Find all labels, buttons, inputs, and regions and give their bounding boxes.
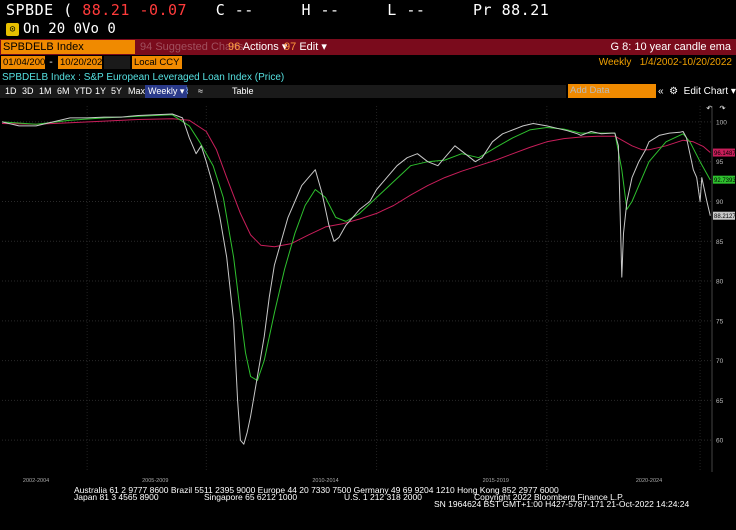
- y-tick-100: 100: [716, 119, 727, 126]
- ticker-field[interactable]: SPBDELB Index: [1, 40, 135, 54]
- ticker-text: SPBDE: [6, 1, 54, 19]
- edit-num: 97: [284, 41, 297, 53]
- settings-icon[interactable]: ⚙: [669, 86, 678, 97]
- start-date-field[interactable]: 01/04/2002: [1, 56, 51, 69]
- vo-label: Vo: [82, 21, 99, 37]
- range-bar: 1D 3D 1M 6M YTD 1Y 5Y Max Weekly ▾ ⌇ ≈ T…: [0, 85, 566, 98]
- range-1m[interactable]: 1M: [39, 85, 52, 98]
- add-data-field[interactable]: Add Data: [568, 84, 656, 98]
- footer-japan: Japan 81 3 4565 8900: [74, 492, 159, 502]
- y-tick-75: 75: [716, 318, 724, 325]
- series-line-ema-short: [1, 114, 711, 381]
- y-tick-90: 90: [716, 199, 724, 206]
- period-label: Weekly: [598, 57, 632, 68]
- edit-menu[interactable]: 97 Edit ▾: [284, 40, 327, 54]
- actions-label: Actions: [242, 41, 279, 53]
- x-axis: 2002-2004 2005-2009 2010-2014 2015-2019 2020…: [23, 478, 662, 484]
- y-tick-70: 70: [716, 358, 724, 365]
- table-button[interactable]: Table: [232, 85, 254, 98]
- price-chart[interactable]: 6065707580859095100 2002-2004 2005-2009 20…: [0, 100, 736, 484]
- x-tick-label: 2010-2014: [312, 478, 338, 484]
- suggested-num: 94: [140, 41, 153, 53]
- range-ytd[interactable]: YTD: [74, 85, 92, 98]
- net-change: -0.07: [139, 1, 188, 19]
- frequency-dropdown[interactable]: Weekly ▾: [145, 85, 188, 98]
- edit-chart-button[interactable]: Edit Chart ▾: [684, 86, 736, 97]
- close-label: C: [215, 1, 226, 19]
- x-tick-label: 2002-2004: [23, 478, 49, 484]
- date-separator: -: [48, 57, 55, 68]
- edit-label: Edit: [299, 41, 319, 53]
- on-label: On: [23, 21, 40, 37]
- footer-us: U.S. 1 212 318 2000: [344, 492, 422, 502]
- chart-tools: « ⚙ Edit Chart ▾ ⋮: [658, 85, 736, 98]
- x-tick-label: 2005-2009: [142, 478, 168, 484]
- range-6m[interactable]: 6M: [57, 85, 70, 98]
- on-value: 20: [48, 21, 66, 37]
- last-label-text: 88.2127: [714, 214, 736, 220]
- footer-singapore: Singapore 65 6212 1000: [204, 492, 298, 502]
- edit-chart-label: Edit Chart: [683, 86, 729, 97]
- series-line-price: [1, 113, 711, 445]
- actions-menu[interactable]: 96 Actions ▾: [228, 40, 287, 54]
- range-1y[interactable]: 1Y: [95, 85, 106, 98]
- last-label-text: 92.7393: [714, 178, 736, 184]
- x-tick-label: 2020-2024: [636, 478, 662, 484]
- range-label: 1/4/2002-10/20/2022: [639, 57, 732, 68]
- end-date-field[interactable]: 10/20/2022: [58, 56, 108, 69]
- calendar-icon[interactable]: [104, 56, 130, 69]
- line-chart-icon[interactable]: ⌇: [185, 85, 189, 98]
- range-max[interactable]: Max: [128, 85, 145, 98]
- series-line-ema-long: [1, 118, 711, 248]
- low-value: --: [406, 1, 426, 19]
- zero-label: 0: [73, 21, 83, 37]
- quote-line-2: ⊙ On 20 0Vo 0: [6, 21, 116, 37]
- y-tick-85: 85: [716, 239, 724, 246]
- vo-value: 0: [107, 21, 116, 37]
- chart-type-icon[interactable]: ≈: [198, 85, 203, 98]
- chart-grid: [2, 106, 712, 472]
- x-tick-label: 2015-2019: [483, 478, 509, 484]
- y-tick-80: 80: [716, 279, 724, 286]
- last-price: 88.21: [82, 1, 130, 19]
- high-label: H: [301, 1, 311, 19]
- chart-template-name: G 8: 10 year candle ema: [610, 41, 731, 53]
- prev-value: 88.21: [501, 1, 550, 19]
- range-1d[interactable]: 1D: [5, 85, 17, 98]
- actions-num: 96: [228, 41, 241, 53]
- date-bar: 01/04/2002 - 10/20/2022 Local CCY Weekly…: [0, 56, 736, 70]
- y-axis: 60 65 70 75 80 85 90 95 100: [711, 106, 727, 472]
- close-value: --: [234, 1, 254, 19]
- prev-label: Pr: [473, 1, 493, 19]
- range-3d[interactable]: 3D: [22, 85, 34, 98]
- footer: Australia 61 2 9777 8600 Brazil 5511 239…: [0, 486, 736, 530]
- command-bar: SPBDELB Index 94 Suggested Charts 96 Act…: [0, 39, 736, 55]
- paren-text: (: [63, 1, 73, 19]
- last-label-text: 96.1487: [714, 151, 736, 157]
- high-value: --: [320, 1, 340, 19]
- y-tick-65: 65: [716, 398, 724, 405]
- y-tick-95: 95: [716, 159, 724, 166]
- y-tick-60: 60: [716, 438, 724, 445]
- yellow-function-icon[interactable]: ⊙: [6, 22, 19, 36]
- frequency-label: Weekly: [148, 86, 178, 96]
- quote-line: SPBDE ( 88.21 -0.07 C -- H -- L -- Pr 88…: [6, 2, 549, 19]
- footer-session: SN 1964624 BST GMT+1:00 H427-5787-171 21…: [434, 499, 690, 509]
- collapse-icon[interactable]: «: [658, 86, 664, 97]
- period-range-label: Weekly 1/4/2002-10/20/2022: [599, 56, 732, 69]
- low-label: L: [387, 1, 397, 19]
- range-5y[interactable]: 5Y: [111, 85, 122, 98]
- chart-series: [1, 113, 711, 445]
- security-title: SPBDELB Index : S&P European Leveraged L…: [2, 72, 285, 83]
- chevron-down-icon: ▾: [321, 41, 327, 53]
- currency-field[interactable]: Local CCY: [132, 56, 182, 69]
